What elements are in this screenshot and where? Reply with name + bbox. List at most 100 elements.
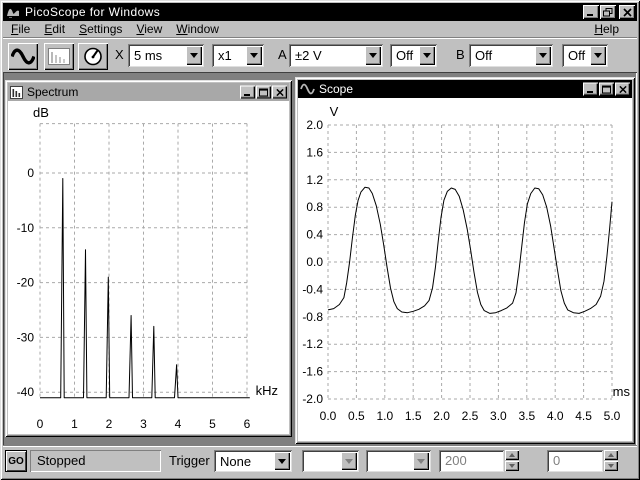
svg-text:0.5: 0.5 [348, 409, 365, 423]
spectrum-icon [48, 48, 70, 65]
svg-text:-0.8: -0.8 [302, 310, 323, 324]
svg-text:2.5: 2.5 [462, 409, 479, 423]
svg-text:2: 2 [106, 417, 113, 431]
close-icon [622, 7, 632, 17]
spectrum-title-bar[interactable]: Spectrum [8, 83, 289, 101]
minimize-icon [587, 13, 593, 16]
svg-text:1.2: 1.2 [306, 173, 323, 187]
scope-maximize-button[interactable] [599, 82, 614, 96]
maximize-icon [602, 85, 611, 93]
trigger-threshold-spinner[interactable]: 200 [439, 450, 520, 472]
scope-close-button[interactable] [615, 82, 630, 96]
channel-a-coupling-value: Off [396, 48, 414, 63]
svg-text:-0.4: -0.4 [302, 282, 323, 296]
svg-text:3.0: 3.0 [490, 409, 507, 423]
scope-plot-area: 0.0 0.5 1.0 1.5 2.0 2.5 3.0 3.5 4.0 4.5 5.0 2.0 1.6 1… [298, 98, 632, 441]
spectrum-minimize-button[interactable] [240, 85, 255, 99]
svg-text:-10: -10 [17, 221, 35, 235]
scope-title-bar[interactable]: Scope [298, 80, 632, 98]
menu-settings[interactable]: Settings [73, 21, 128, 37]
go-button[interactable]: GO [5, 450, 27, 472]
close-icon [618, 85, 627, 93]
spectrum-window-icon [10, 85, 23, 99]
svg-text:6: 6 [244, 417, 251, 431]
trigger-mode-dropdown-button[interactable] [274, 452, 290, 470]
channel-b-coupling-dropdown-button[interactable] [590, 46, 606, 65]
app-logo-icon [7, 8, 19, 18]
spectrum-close-button[interactable] [272, 85, 287, 99]
delay-spin-up-button[interactable] [604, 450, 618, 460]
close-button[interactable] [619, 5, 635, 19]
menu-bar: File Edit Settings View Window Help [3, 21, 637, 37]
svg-text:-20: -20 [17, 276, 35, 290]
x-multiplier-value: x1 [218, 48, 232, 63]
timebase-dropdown-button[interactable] [186, 46, 202, 65]
window-title: PicoScope for Windows [25, 5, 161, 19]
svg-text:4: 4 [175, 417, 182, 431]
channel-b-range-select[interactable]: Off [469, 44, 553, 67]
close-icon [275, 88, 284, 96]
svg-text:0.8: 0.8 [306, 200, 323, 214]
restore-icon [603, 7, 613, 16]
title-bar: PicoScope for Windows [3, 3, 637, 21]
svg-text:ms: ms [613, 384, 631, 399]
chevron-down-icon [608, 464, 614, 468]
spectrum-maximize-button[interactable] [256, 85, 271, 99]
timebase-select[interactable]: 5 ms [128, 44, 204, 67]
channel-a-range-dropdown-button[interactable] [365, 46, 381, 65]
svg-text:0.0: 0.0 [320, 409, 337, 423]
trigger-channel-dropdown-button[interactable] [341, 452, 357, 470]
menu-file[interactable]: File [5, 21, 36, 37]
oscilloscope-icon [11, 48, 35, 65]
channel-b-range-value: Off [475, 48, 493, 63]
svg-text:1.0: 1.0 [376, 409, 393, 423]
restore-button[interactable] [600, 5, 616, 19]
spectrum-view-button[interactable] [44, 43, 74, 70]
minimize-button[interactable] [583, 5, 599, 19]
svg-text:0.4: 0.4 [306, 228, 323, 242]
svg-text:-1.6: -1.6 [302, 365, 323, 379]
menu-view[interactable]: View [130, 21, 168, 37]
window-controls [582, 5, 635, 19]
spectrum-plot: 0 1 2 3 4 5 6 0 -10 -20 -30 -40 dB kHz [17, 105, 278, 431]
delay-spin-down-button[interactable] [604, 461, 618, 471]
x-multiplier-dropdown-button[interactable] [246, 46, 262, 65]
trigger-direction-dropdown-button[interactable] [413, 452, 429, 470]
svg-text:-1.2: -1.2 [302, 337, 323, 351]
chevron-down-icon [190, 53, 198, 58]
trigger-delay-spinner[interactable]: 0 [547, 450, 619, 472]
channel-b-coupling-select[interactable]: Off [562, 44, 608, 67]
timebase-label: X [115, 47, 124, 62]
svg-text:3: 3 [140, 417, 147, 431]
app-window: PicoScope for Windows File Edit Settings… [0, 0, 640, 480]
menu-window[interactable]: Window [170, 21, 225, 37]
scope-window-controls [582, 82, 630, 96]
chevron-down-icon [417, 458, 425, 464]
x-multiplier-select[interactable]: x1 [212, 44, 264, 67]
svg-text:5: 5 [209, 417, 216, 431]
chevron-down-icon [345, 458, 353, 464]
scope-view-button[interactable] [8, 43, 38, 70]
threshold-spin-up-button[interactable] [505, 450, 519, 460]
trigger-channel-select[interactable] [302, 450, 359, 472]
svg-text:4.0: 4.0 [547, 409, 564, 423]
spectrum-window-title: Spectrum [27, 85, 79, 99]
scope-minimize-button[interactable] [583, 82, 598, 96]
channel-b-range-dropdown-button[interactable] [535, 46, 551, 65]
channel-a-coupling-dropdown-button[interactable] [419, 46, 435, 65]
threshold-spin-down-button[interactable] [505, 461, 519, 471]
trigger-direction-select[interactable] [366, 450, 431, 472]
status-field: Stopped [30, 450, 161, 472]
svg-text:1.6: 1.6 [306, 145, 323, 159]
menu-edit[interactable]: Edit [38, 21, 71, 37]
toolbar: X 5 ms x1 A ±2 V Off B Off Off [3, 37, 637, 73]
channel-b-label: B [456, 47, 465, 62]
trigger-mode-select[interactable]: None [214, 450, 292, 472]
channel-a-range-select[interactable]: ±2 V [289, 44, 383, 67]
svg-text:2.0: 2.0 [433, 409, 450, 423]
spectrum-window: Spectrum 0 1 2 3 4 5 6 0 -10 -20 -30 -40 dB kHz [5, 80, 292, 437]
menu-help[interactable]: Help [588, 21, 625, 37]
minimize-icon [244, 93, 250, 96]
meter-view-button[interactable] [78, 43, 108, 70]
channel-a-coupling-select[interactable]: Off [390, 44, 437, 67]
